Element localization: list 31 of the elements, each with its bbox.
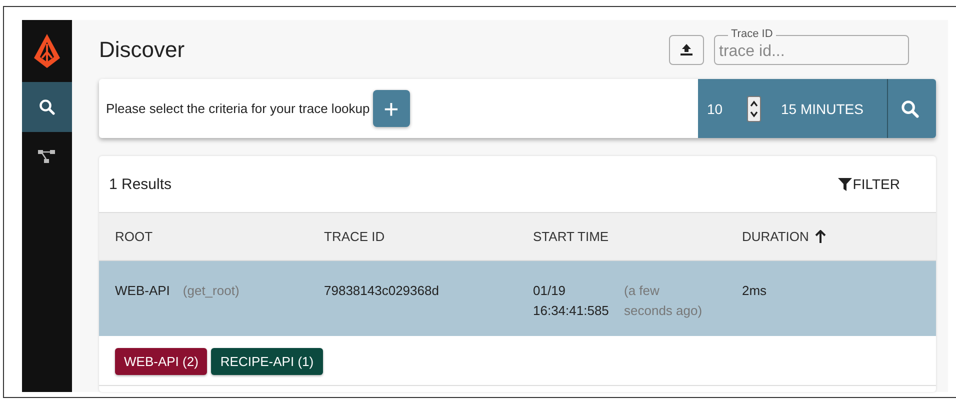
column-header[interactable]: ROOT	[115, 229, 153, 244]
root-service: WEB-API	[115, 282, 170, 300]
nav-item[interactable]	[22, 82, 72, 132]
service-tag: WEB-API (2)	[115, 348, 208, 375]
relative-time: (a few seconds ago)	[624, 282, 704, 320]
hierarchy-icon	[38, 150, 56, 164]
filter-icon	[838, 178, 852, 190]
start-time: 01/19 16:34:41:585	[533, 282, 610, 320]
upload-icon	[680, 43, 693, 56]
column-header[interactable]: DURATION	[742, 229, 826, 244]
service-tag: RECIPE-API (1)	[211, 348, 323, 375]
field-label: Trace ID	[728, 28, 776, 40]
lookback-value: 10	[707, 100, 724, 116]
logo-icon	[34, 34, 60, 68]
search-icon	[39, 99, 55, 115]
spinner-button[interactable]	[747, 96, 761, 122]
results-count: 1 Results	[109, 176, 172, 192]
trace-id: 79838143c029368d	[324, 282, 439, 300]
filter-button[interactable]: FILTER	[838, 176, 900, 192]
criteria-prompt: Please select the criteria for your trace lookup	[106, 101, 370, 116]
column-header[interactable]: START TIME	[533, 229, 609, 244]
lookback-unit: 15 MINUTES	[781, 100, 864, 116]
search-icon	[900, 100, 918, 118]
trace-row[interactable]: WEB-API (get_root) 79838143c029368d 01/19 16:34:41:585 (a few seconds ago) 2ms	[99, 261, 936, 336]
add-criteria-button[interactable]: +	[372, 90, 410, 127]
column-header[interactable]: TRACE ID	[324, 229, 385, 244]
duration: 2ms	[742, 282, 767, 300]
root-span: (get_root)	[182, 282, 240, 300]
sort-arrow-icon	[814, 230, 826, 243]
upload-button[interactable]	[669, 34, 704, 64]
page-title: Discover	[99, 36, 186, 62]
